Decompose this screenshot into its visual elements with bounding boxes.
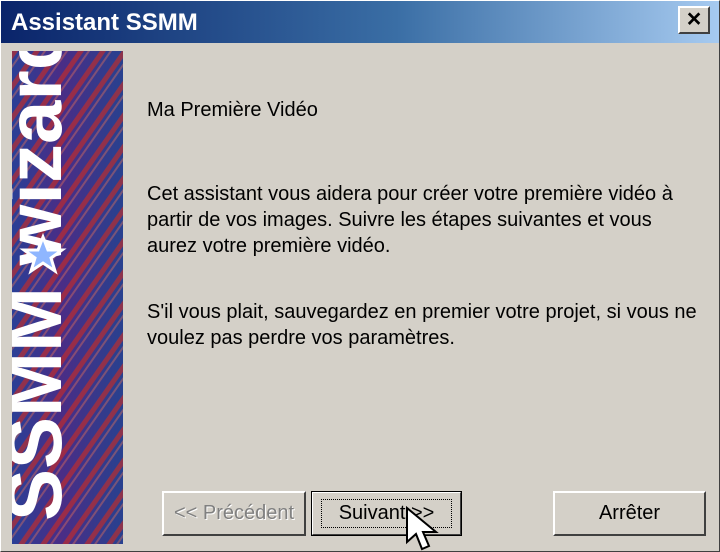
mouse-pointer-icon	[406, 506, 439, 551]
stop-button[interactable]: Arrêter	[553, 491, 706, 536]
save-notice-text: S'il vous plait, sauvegardez en premier …	[147, 301, 697, 349]
close-button[interactable]: ×	[678, 6, 710, 34]
window-title: Assistant SSMM	[11, 9, 198, 36]
intro-text: Cet assistant vous aidera pour créer vot…	[147, 183, 673, 257]
close-icon: ×	[686, 5, 702, 33]
wizard-dialog: Assistant SSMM × SSMM wizard	[0, 0, 720, 552]
wizard-side-logo: SSMM wizard	[12, 51, 123, 544]
next-button[interactable]: Suivant >>	[311, 491, 462, 536]
logo-text: SSMM wizard	[12, 51, 78, 521]
wizard-content: Ma Première Vidéo Cet assistant vous aid…	[147, 97, 707, 349]
page-title: Ma Première Vidéo	[147, 99, 318, 121]
ssmm-wizard-logo: SSMM wizard	[12, 51, 123, 544]
title-bar[interactable]: Assistant SSMM ×	[1, 1, 719, 43]
previous-button[interactable]: << Précédent	[162, 491, 306, 536]
